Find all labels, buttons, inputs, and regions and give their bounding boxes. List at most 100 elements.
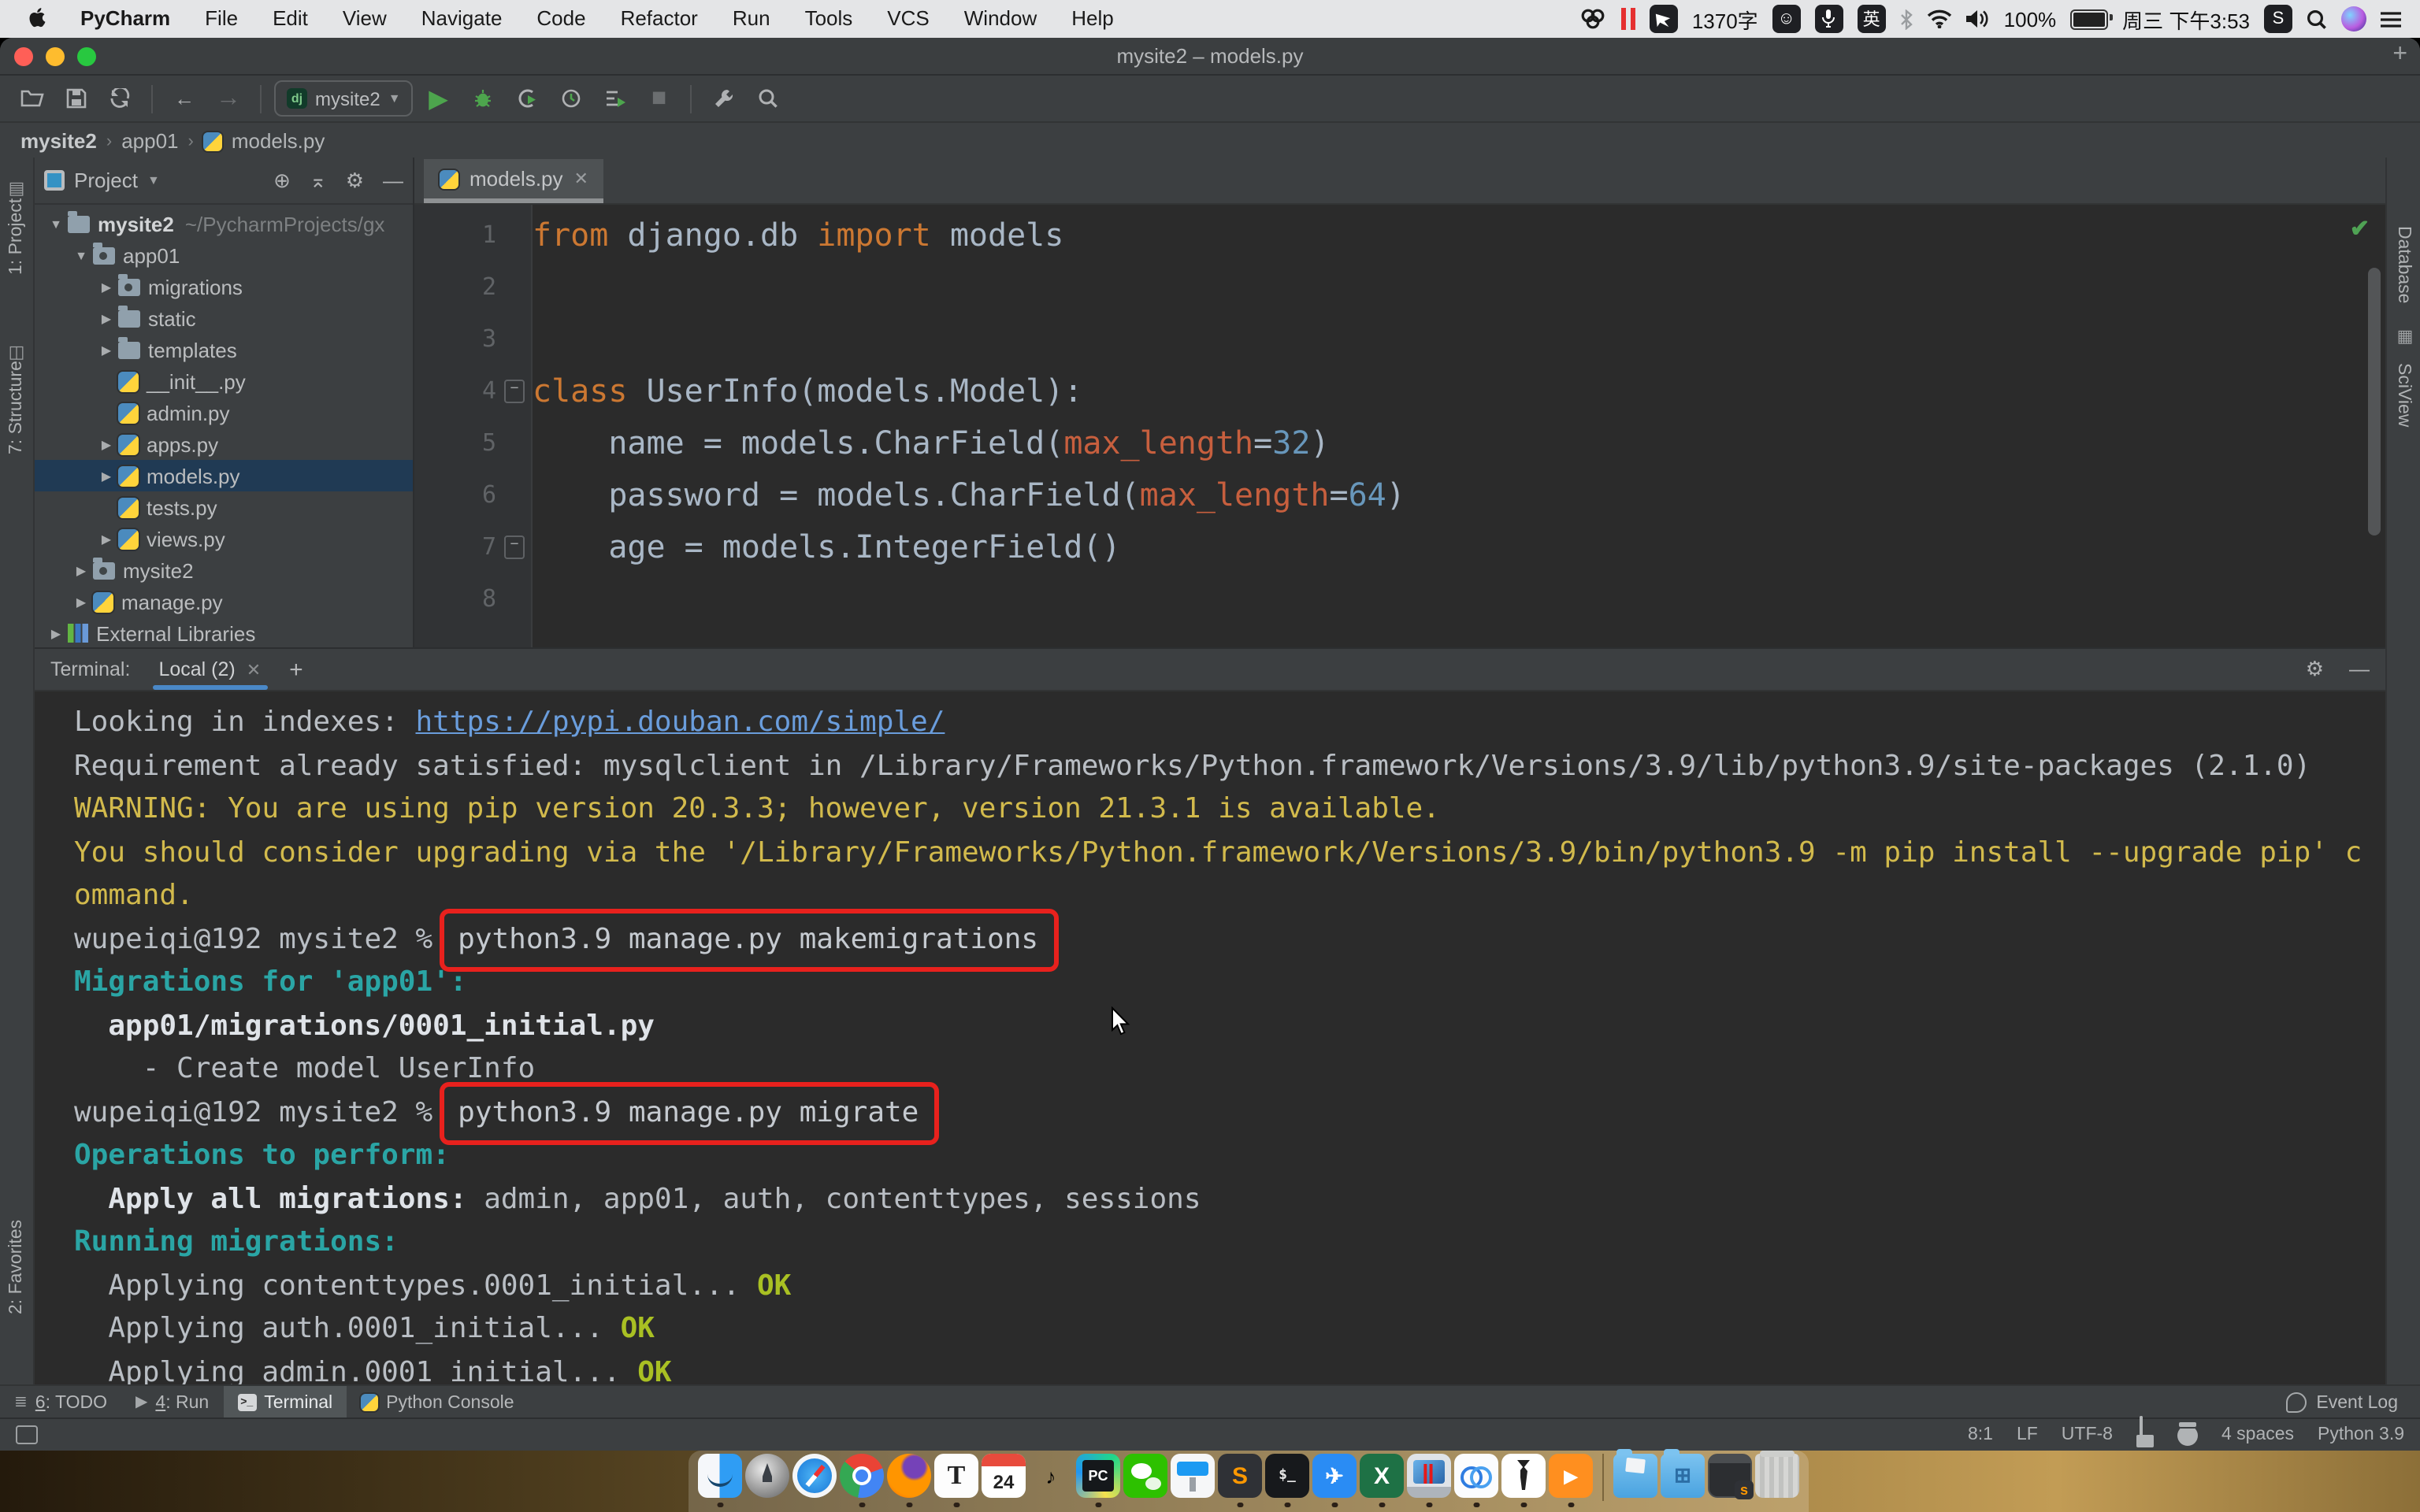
tool-stripe-database[interactable]: Database	[2387, 233, 2420, 252]
battery-icon[interactable]	[2070, 9, 2108, 29]
tree-item-static[interactable]: ▶static	[35, 302, 413, 334]
terminal-output[interactable]: Looking in indexes: https://pypi.douban.…	[35, 691, 2385, 1388]
terminal-tab-local[interactable]: Local (2) ✕	[152, 649, 267, 690]
tool-stripe-sciview[interactable]: SciView	[2387, 370, 2420, 389]
save-all-icon[interactable]	[57, 81, 95, 116]
emoji-input-icon[interactable]: ☺	[1772, 5, 1801, 33]
open-folder-icon[interactable]	[13, 81, 50, 116]
profiler-icon[interactable]	[552, 81, 590, 116]
editor-scrollbar[interactable]	[2368, 268, 2381, 536]
fold-marker-icon[interactable]: −	[504, 380, 525, 403]
tree-item--init-py[interactable]: __init__.py	[35, 365, 413, 397]
dock-chrome-icon[interactable]	[840, 1454, 884, 1498]
toolwin-todo[interactable]: ≣ 6: TODO	[0, 1386, 121, 1419]
project-view-selector[interactable]: Project ▼	[44, 169, 160, 192]
terminal-link[interactable]: https://pypi.douban.com/simple/	[416, 706, 945, 739]
run-concurrency-icon[interactable]	[596, 81, 634, 116]
menu-help[interactable]: Help	[1054, 0, 1131, 38]
tree-item-admin-py[interactable]: admin.py	[35, 397, 413, 428]
dock-boss-icon[interactable]	[1501, 1454, 1546, 1498]
tool-stripe-structure[interactable]: 7: Structure	[0, 428, 33, 447]
tree-item-manage-py[interactable]: ▶manage.py	[35, 586, 413, 617]
tree-item-migrations[interactable]: ▶migrations	[35, 271, 413, 302]
tree-expand-arrow-icon[interactable]: ▶	[96, 469, 117, 483]
spotlight-search-icon[interactable]	[2307, 5, 2327, 33]
menu-vcs[interactable]: VCS	[870, 0, 946, 38]
tree-item-apps-py[interactable]: ▶apps.py	[35, 428, 413, 460]
dock-netease-music-icon[interactable]: ♪	[1029, 1454, 1073, 1498]
menu-code[interactable]: Code	[519, 0, 603, 38]
tree-item-mysite2[interactable]: ▶mysite2	[35, 554, 413, 586]
run-config-selector[interactable]: dj mysite2 ▼	[274, 80, 414, 117]
tab-models-py[interactable]: models.py ✕	[424, 159, 604, 203]
menu-pycharm[interactable]: PyCharm	[63, 0, 187, 38]
dock-darkwin-icon[interactable]: s	[1708, 1454, 1752, 1498]
dock-firefox-icon[interactable]	[887, 1454, 931, 1498]
dock-keynote-icon[interactable]	[1171, 1454, 1215, 1498]
dock-finder-icon[interactable]	[698, 1454, 742, 1498]
statusbar-window-icon[interactable]	[16, 1425, 38, 1444]
dock-pycharm-icon[interactable]: PC	[1076, 1454, 1120, 1498]
dock-folder2-icon[interactable]: ⊞	[1661, 1454, 1705, 1498]
close-terminal-tab-icon[interactable]: ✕	[247, 659, 261, 680]
terminal-settings-gear-icon[interactable]: ⚙	[2306, 657, 2324, 682]
line-ending[interactable]: LF	[2017, 1425, 2038, 1444]
tree-expand-arrow-icon[interactable]: ▶	[71, 563, 91, 577]
dingtalk-menubar-icon[interactable]	[1650, 5, 1678, 33]
dock-wechat-icon[interactable]	[1123, 1454, 1167, 1498]
menu-run[interactable]: Run	[715, 0, 788, 38]
toolwin-run[interactable]: ▶ 4: Run	[121, 1386, 223, 1419]
dock-terminal-icon[interactable]: $_	[1265, 1454, 1309, 1498]
hide-terminal-icon[interactable]: —	[2349, 657, 2370, 682]
dock-folder1-icon[interactable]	[1613, 1454, 1657, 1498]
sogou-icon[interactable]: S	[2264, 5, 2292, 33]
collapse-all-icon[interactable]: ⌅	[310, 168, 327, 193]
python-interpreter[interactable]: Python 3.9	[2318, 1425, 2404, 1444]
gear-icon[interactable]: ⚙	[346, 168, 364, 193]
bluetooth-icon[interactable]	[1900, 5, 1913, 33]
search-everywhere-icon[interactable]	[749, 81, 787, 116]
dock-typora-icon[interactable]: T	[934, 1454, 978, 1498]
back-arrow-icon[interactable]: ←	[165, 81, 203, 116]
tree-item-external-libraries[interactable]: ▶External Libraries	[35, 617, 413, 647]
apple-icon[interactable]	[28, 7, 50, 31]
dock-dingtalk-icon[interactable]: ✈	[1312, 1454, 1357, 1498]
tree-expand-arrow-icon[interactable]: ▶	[46, 626, 66, 640]
inspection-ok-icon[interactable]: ✔	[2350, 214, 2370, 243]
dock-circles-icon[interactable]	[1454, 1454, 1498, 1498]
dock-orangevideo-icon[interactable]: ▶	[1549, 1454, 1593, 1498]
breadcrumb-project[interactable]: mysite2	[20, 129, 97, 153]
titlebar-plus-icon[interactable]: +	[2392, 41, 2407, 69]
dock-trash-icon[interactable]	[1755, 1454, 1799, 1498]
cloud-app-icon[interactable]	[1579, 5, 1607, 33]
tree-item-views-py[interactable]: ▶views.py	[35, 523, 413, 554]
forward-arrow-icon[interactable]: →	[210, 81, 247, 116]
menu-refactor[interactable]: Refactor	[603, 0, 715, 38]
stop-button[interactable]: ■	[640, 81, 678, 116]
window-title-bar[interactable]: mysite2 – models.py +	[0, 38, 2420, 76]
readonly-lock-icon[interactable]	[2136, 1422, 2154, 1447]
tree-item-models-py[interactable]: ▶models.py	[35, 460, 413, 491]
tree-expand-arrow-icon[interactable]: ▶	[96, 437, 117, 451]
tree-expand-arrow-icon[interactable]: ▶	[71, 595, 91, 609]
tree-expand-arrow-icon[interactable]: ▶	[96, 311, 117, 325]
hide-panel-icon[interactable]: —	[383, 169, 403, 192]
tree-expand-arrow-icon[interactable]: ▶	[96, 532, 117, 546]
close-tab-icon[interactable]: ✕	[574, 169, 588, 189]
menu-edit[interactable]: Edit	[255, 0, 325, 38]
debug-button[interactable]	[464, 81, 502, 116]
tool-stripe-project[interactable]: 1: Project	[0, 249, 33, 268]
file-encoding[interactable]: UTF-8	[2062, 1425, 2113, 1444]
wifi-icon[interactable]	[1927, 5, 1952, 33]
sync-icon[interactable]	[101, 81, 139, 116]
tree-item-mysite2[interactable]: ▼mysite2~/PycharmProjects/gx	[35, 208, 413, 239]
dock-sublime-icon[interactable]: S	[1218, 1454, 1262, 1498]
dock-safari-icon[interactable]	[792, 1454, 837, 1498]
indent-setting[interactable]: 4 spaces	[2221, 1425, 2294, 1444]
breadcrumb-package[interactable]: app01	[121, 129, 178, 153]
menu-view[interactable]: View	[325, 0, 404, 38]
tree-expand-arrow-icon[interactable]: ▼	[46, 217, 66, 231]
tree-item-app01[interactable]: ▼app01	[35, 239, 413, 271]
tree-expand-arrow-icon[interactable]: ▼	[71, 248, 91, 262]
caret-position[interactable]: 8:1	[1968, 1425, 1993, 1444]
